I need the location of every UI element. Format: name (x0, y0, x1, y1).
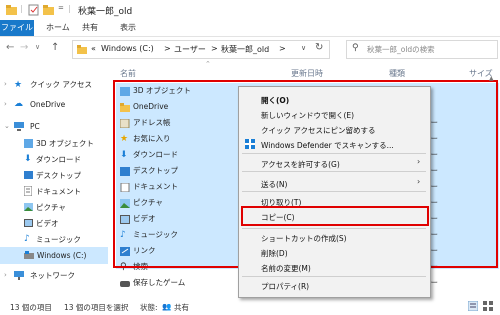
drive-icon (24, 251, 34, 259)
sidebar-item-label: クイック アクセス (30, 80, 93, 89)
sidebar-item-windows-c[interactable]: Windows (C:) (0, 247, 108, 264)
expand-chevron-icon[interactable]: › (4, 96, 7, 113)
search-box[interactable]: ⚲ 秋葉一郎_oldの検索 (346, 40, 498, 59)
refresh-icon[interactable]: ↻ (315, 42, 323, 53)
cube-icon (24, 139, 33, 148)
expand-chevron-icon[interactable]: › (4, 76, 7, 93)
sidebar-item-label: 3D オブジェクト (36, 139, 94, 148)
menu-item-properties[interactable]: プロパティ(R) (261, 281, 309, 292)
submenu-arrow-icon: › (417, 157, 421, 166)
sidebar-item-label: PC (30, 122, 40, 131)
menu-item-pin-quick-access[interactable]: クイック アクセスにピン留めする (261, 125, 376, 136)
submenu-arrow-icon: › (417, 177, 421, 186)
network-icon (14, 271, 24, 280)
menu-item-delete[interactable]: 削除(D) (261, 248, 288, 259)
document-icon (24, 186, 32, 196)
sidebar-item-label: ビデオ (36, 219, 59, 228)
music-icon: ♪ (24, 234, 30, 244)
desktop-icon (24, 171, 33, 179)
list-item[interactable]: 保存したゲーム (120, 275, 185, 291)
sidebar-item-label: Windows (C:) (37, 251, 87, 260)
new-folder-icon[interactable] (43, 4, 55, 16)
folder-icon (6, 5, 17, 15)
sidebar-item-label: ダウンロード (36, 155, 81, 164)
recent-dropdown-icon[interactable]: ∨ (35, 43, 40, 51)
scroll-up-arrow-icon[interactable]: ▲ (489, 75, 494, 82)
sort-chevron-icon: ⌃ (205, 60, 211, 68)
large-icons-view-icon[interactable] (483, 301, 493, 311)
state-label: 状態: (140, 303, 158, 312)
status-bar: 13 個の項目 13 個の項目を選択 状態: 👥 共有 (0, 297, 500, 315)
menu-item-send-to[interactable]: 送る(N) (261, 179, 287, 190)
menu-item-open-new-window[interactable]: 新しいウィンドウで開く(E) (261, 110, 354, 121)
back-arrow-icon[interactable]: ← (6, 42, 14, 53)
details-view-icon[interactable] (468, 301, 478, 311)
download-icon: ⬇ (24, 154, 32, 164)
menu-item-grant-access[interactable]: アクセスを許可する(G) (261, 159, 340, 170)
forward-arrow-icon[interactable]: → (20, 42, 28, 53)
cloud-icon: ☁ (14, 99, 23, 109)
expand-chevron-icon[interactable]: › (4, 267, 7, 284)
up-arrow-icon[interactable]: ↑ (51, 42, 59, 53)
pc-icon (14, 122, 24, 131)
collapse-chevron-icon[interactable]: ⌄ (4, 118, 10, 135)
shared-people-icon: 👥 (162, 302, 172, 311)
sidebar-item-label: ピクチャ (36, 203, 66, 212)
breadcrumb-separator[interactable]: > (279, 44, 286, 53)
breadcrumb-drive[interactable]: Windows (C:) (101, 44, 154, 53)
breadcrumb-current[interactable]: 秋葉一郎_old (221, 44, 269, 55)
item-count: 13 個の項目 (10, 303, 52, 312)
title-bar: | = | 秋葉一郎_old (0, 0, 500, 20)
menu-item-defender-scan[interactable]: Windows Defender でスキャンする... (261, 140, 394, 151)
breadcrumb-separator[interactable]: > (211, 44, 218, 53)
tab-home[interactable]: ホーム (46, 20, 70, 36)
search-icon: ⚲ (352, 43, 359, 53)
video-icon (24, 219, 33, 227)
shared-label: 共有 (174, 303, 189, 312)
column-header-modified[interactable]: 更新日時 (291, 68, 323, 79)
picture-icon (24, 203, 33, 211)
selected-count: 13 個の項目を選択 (64, 303, 129, 312)
tab-view[interactable]: 表示 (120, 20, 136, 36)
breadcrumb-users[interactable]: ユーザー (174, 44, 206, 55)
menu-separator (242, 153, 426, 154)
sidebar-item-label: ドキュメント (36, 187, 81, 196)
window-title: 秋葉一郎_old (78, 7, 133, 17)
menu-item-rename[interactable]: 名前の変更(M) (261, 263, 311, 274)
game-icon (120, 280, 130, 287)
sidebar-item-label: OneDrive (30, 100, 66, 109)
menu-separator (242, 276, 426, 277)
folder-icon (77, 45, 87, 54)
divider: | (20, 4, 23, 13)
defender-shield-icon (245, 139, 255, 149)
quick-access-dropdown-icon[interactable]: = (58, 4, 64, 16)
menu-item-open[interactable]: 開く(O) (261, 95, 289, 106)
copy-highlight-box (241, 206, 429, 226)
tab-file[interactable]: ファイル (0, 20, 34, 36)
breadcrumb-separator[interactable]: > (164, 44, 171, 53)
breadcrumb-overflow[interactable]: « (91, 44, 96, 53)
menu-item-create-shortcut[interactable]: ショートカットの作成(S) (261, 233, 347, 244)
address-bar[interactable]: « Windows (C:) > ユーザー > 秋葉一郎_old > ∨ ↻ (72, 40, 330, 59)
menu-separator (242, 171, 426, 172)
sidebar-item-label: ネットワーク (30, 271, 75, 280)
column-header-type[interactable]: 種類 (389, 68, 405, 79)
star-icon: ★ (14, 80, 23, 90)
sidebar-item-label: ミュージック (36, 235, 81, 244)
sidebar-item-label: デスクトップ (36, 171, 81, 180)
menu-separator (242, 228, 426, 229)
navigation-bar: ← → ∨ ↑ « Windows (C:) > ユーザー > 秋葉一郎_old… (0, 37, 500, 61)
tab-share[interactable]: 共有 (82, 20, 98, 36)
search-placeholder: 秋葉一郎_oldの検索 (367, 45, 435, 54)
divider: | (68, 4, 71, 13)
menu-separator (242, 191, 426, 192)
properties-check-icon[interactable] (28, 4, 40, 16)
address-dropdown-icon[interactable]: ∨ (301, 44, 306, 52)
column-header-name[interactable]: 名前 (120, 68, 136, 79)
ribbon-tabs: ファイル ホーム 共有 表示 (0, 20, 500, 37)
